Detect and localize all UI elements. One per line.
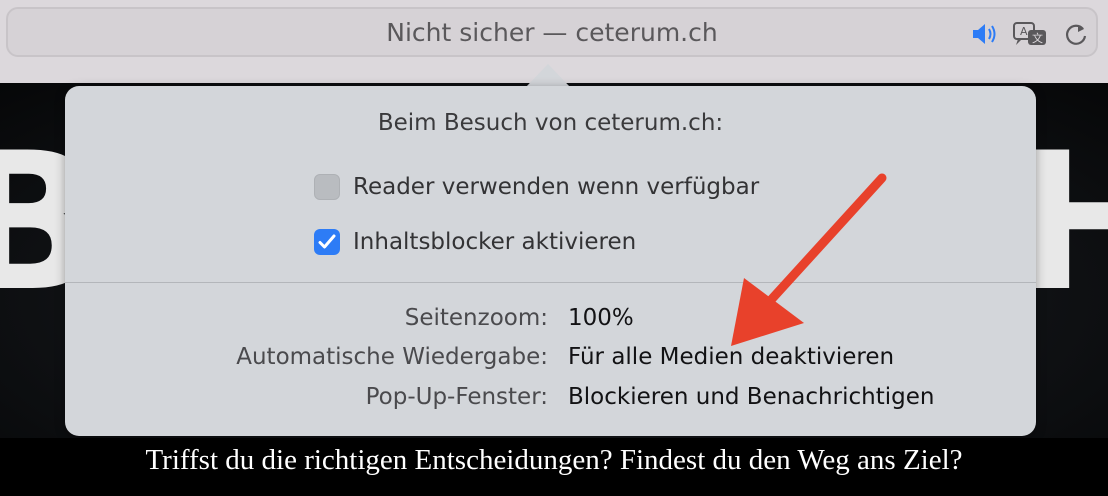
address-bar[interactable]: Nicht sicher — ceterum.ch A 文 bbox=[6, 7, 1098, 57]
page-zoom-row: Seitenzoom: 100% bbox=[65, 305, 1036, 335]
popup-windows-value[interactable]: Blockieren und Benachrichtigen bbox=[568, 384, 934, 410]
address-text: Nicht sicher — ceterum.ch bbox=[386, 18, 718, 47]
reader-option-label: Reader verwenden wenn verfügbar bbox=[353, 174, 760, 200]
popover-divider bbox=[65, 282, 1036, 283]
page-zoom-value[interactable]: 100% bbox=[568, 305, 634, 331]
speaker-icon[interactable] bbox=[970, 21, 998, 47]
page-zoom-label: Seitenzoom: bbox=[404, 305, 548, 331]
svg-text:文: 文 bbox=[1032, 31, 1043, 45]
autoplay-row: Automatische Wiedergabe: Für alle Medien… bbox=[65, 344, 1036, 374]
content-blocker-option-label: Inhaltsblocker aktivieren bbox=[353, 229, 637, 255]
autoplay-label: Automatische Wiedergabe: bbox=[236, 344, 548, 370]
popover-title: Beim Besuch von ceterum.ch: bbox=[377, 110, 724, 136]
website-settings-popover: Beim Besuch von ceterum.ch: Reader verwe… bbox=[65, 86, 1036, 436]
reader-checkbox[interactable] bbox=[314, 174, 340, 200]
subtitle-band: Triffst du die richtigen Entscheidungen?… bbox=[0, 438, 1108, 496]
popup-windows-row: Pop-Up-Fenster: Blockieren und Benachric… bbox=[65, 384, 1036, 414]
content-blocker-checkbox[interactable] bbox=[314, 229, 340, 255]
popover-pointer bbox=[526, 64, 570, 87]
reader-option[interactable]: Reader verwenden wenn verfügbar bbox=[314, 172, 759, 202]
checkmark-icon bbox=[318, 234, 336, 249]
popup-windows-label: Pop-Up-Fenster: bbox=[365, 384, 548, 410]
content-blocker-option[interactable]: Inhaltsblocker aktivieren bbox=[314, 227, 636, 257]
autoplay-value[interactable]: Für alle Medien deaktivieren bbox=[568, 344, 894, 370]
translate-icon[interactable]: A 文 bbox=[1012, 21, 1048, 47]
reload-icon[interactable] bbox=[1062, 21, 1090, 47]
svg-text:A: A bbox=[1020, 25, 1028, 38]
page-subtitle: Triffst du die richtigen Entscheidungen?… bbox=[145, 444, 963, 476]
